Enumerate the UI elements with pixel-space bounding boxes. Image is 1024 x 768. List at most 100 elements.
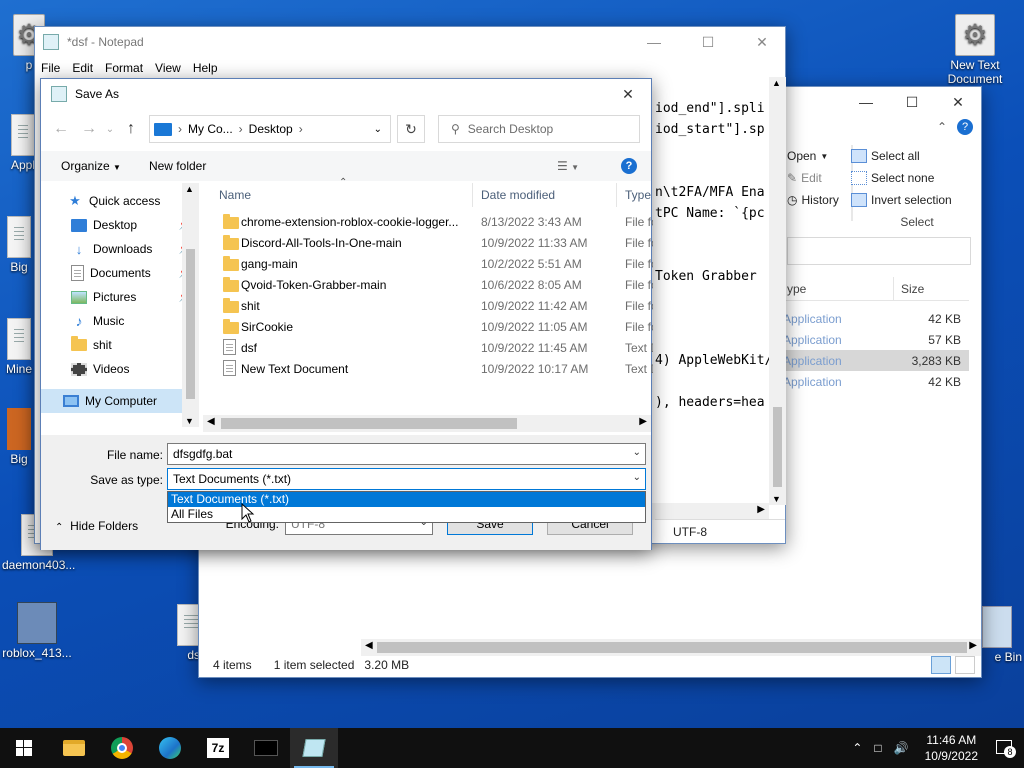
explorer-row[interactable]: Application 42 KB [779, 308, 969, 329]
taskbar-edge[interactable] [146, 728, 194, 768]
help-icon[interactable]: ? [621, 158, 637, 174]
chevron-down-icon[interactable]: ⌄ [633, 472, 641, 483]
organize-button[interactable]: Organize ▼ [61, 159, 121, 173]
scroll-left-icon[interactable]: ◀ [207, 416, 215, 427]
back-icon[interactable]: ← [47, 120, 75, 138]
taskbar-chrome[interactable] [98, 728, 146, 768]
large-icons-view-icon[interactable] [955, 656, 975, 674]
select-all-button[interactable]: Select all [851, 145, 952, 167]
nav-item-downloads[interactable]: ↓ Downloads 📌 [41, 237, 199, 261]
taskbar-file-explorer[interactable] [50, 728, 98, 768]
save-as-dialog[interactable]: Save As ✕ ← → ⌄ ↑ › My Co... › Desktop ›… [40, 78, 655, 550]
volume-icon[interactable]: 🔊 [888, 741, 915, 755]
maximize-button[interactable]: ☐ [685, 27, 731, 57]
search-input[interactable]: ⚲ Search Desktop [438, 115, 640, 143]
menu-edit[interactable]: Edit [66, 57, 99, 79]
nav-item-shit[interactable]: shit [41, 333, 199, 357]
notepad-text-area[interactable]: iod_end"].spli iod_start"].sp n\t2FA/MFA E… [655, 77, 771, 507]
minimize-button[interactable]: — [631, 27, 677, 57]
column-size[interactable]: Size [901, 282, 924, 296]
nav-my-computer[interactable]: My Computer [41, 389, 199, 413]
close-button[interactable]: ✕ [739, 27, 785, 57]
column-date-modified[interactable]: Date modified [481, 183, 617, 207]
option-text-documents[interactable]: Text Documents (*.txt) [168, 492, 645, 507]
address-bar[interactable]: › My Co... › Desktop › ⌄ [149, 115, 391, 143]
file-row[interactable]: SirCookie 10/9/2022 11:05 AM File fo [223, 316, 653, 337]
nav-item-music[interactable]: ♪ Music [41, 309, 199, 333]
file-row[interactable]: chrome-extension-roblox-cookie-logger...… [223, 211, 653, 232]
file-row[interactable]: shit 10/9/2022 11:42 AM File fo [223, 295, 653, 316]
column-name[interactable]: Name [219, 183, 473, 207]
ribbon-history-button[interactable]: ◷ History [787, 189, 847, 211]
nav-item-desktop[interactable]: Desktop 📌 [41, 213, 199, 237]
chevron-down-icon[interactable]: ⌄ [633, 447, 641, 458]
scrollbar-thumb[interactable] [186, 249, 195, 399]
file-row[interactable]: gang-main 10/2/2022 5:51 AM File fo [223, 253, 653, 274]
notification-center-button[interactable]: 8 [988, 739, 1024, 758]
nav-item-documents[interactable]: Documents 📌 [41, 261, 199, 285]
scroll-up-icon[interactable]: ▲ [185, 184, 194, 194]
column-type[interactable]: Type [625, 183, 655, 207]
save-as-type-dropdown[interactable]: Text Documents (*.txt) All Files [167, 491, 646, 523]
taskbar-notepad[interactable] [290, 728, 338, 768]
desktop-icon-roblox[interactable]: roblox_413... [2, 602, 72, 660]
new-folder-button[interactable]: New folder [149, 159, 206, 173]
dialog-titlebar[interactable]: Save As ✕ [41, 79, 651, 109]
taskbar-7zip[interactable]: 7z [194, 728, 242, 768]
maximize-button[interactable]: ☐ [889, 87, 935, 117]
explorer-row-selected[interactable]: Application 3,283 KB [779, 350, 969, 371]
view-options-icon[interactable]: ☰ ▼ [557, 159, 579, 173]
file-row[interactable]: dsf 10/9/2022 11:45 AM Text D [223, 337, 653, 358]
close-button[interactable]: ✕ [935, 87, 981, 117]
scroll-right-icon[interactable]: ▶ [639, 416, 647, 427]
chevron-down-icon[interactable]: ⌄ [103, 124, 117, 135]
menu-view[interactable]: View [149, 57, 187, 79]
breadcrumb-desktop[interactable]: Desktop [249, 122, 293, 136]
clock[interactable]: 11:46 AM 10/9/2022 [915, 732, 988, 764]
notepad-vertical-scrollbar[interactable]: ▲ ▼ [769, 77, 786, 505]
file-list-horizontal-scrollbar[interactable]: ◀ ▶ [203, 415, 651, 432]
file-row[interactable]: Qvoid-Token-Grabber-main 10/6/2022 8:05 A… [223, 274, 653, 295]
dialog-close-button[interactable]: ✕ [605, 79, 651, 109]
notepad-titlebar[interactable]: *dsf - Notepad — ☐ ✕ [35, 27, 785, 57]
nav-quick-access[interactable]: ★ Quick access [41, 189, 199, 213]
explorer-row[interactable]: Application 42 KB [779, 371, 969, 392]
scroll-right-icon[interactable]: ▶ [757, 504, 765, 515]
help-icon[interactable]: ? [957, 119, 973, 135]
scroll-left-icon[interactable]: ◀ [365, 640, 373, 651]
option-all-files[interactable]: All Files [168, 507, 645, 522]
select-none-button[interactable]: Select none [851, 167, 952, 189]
scrollbar-thumb[interactable] [377, 642, 967, 653]
explorer-row[interactable]: Application 57 KB [779, 329, 969, 350]
menu-file[interactable]: File [35, 57, 66, 79]
nav-item-videos[interactable]: Videos [41, 357, 199, 381]
address-dropdown-icon[interactable]: ⌄ [374, 124, 382, 135]
file-row[interactable]: Discord-All-Tools-In-One-main 10/9/2022 1… [223, 232, 653, 253]
scroll-up-icon[interactable]: ▲ [772, 78, 781, 88]
refresh-button[interactable]: ↻ [397, 115, 425, 143]
up-icon[interactable]: ↑ [117, 120, 145, 138]
taskbar-app[interactable] [242, 728, 290, 768]
save-as-type-select[interactable]: Text Documents (*.txt) ⌄ [167, 468, 646, 490]
file-row[interactable]: New Text Document 10/9/2022 10:17 AM Text … [223, 358, 653, 379]
scrollbar-thumb[interactable] [221, 418, 517, 429]
invert-selection-button[interactable]: Invert selection [851, 189, 952, 211]
ribbon-edit-button[interactable]: ✎ Edit [787, 167, 847, 189]
breadcrumb-my-computer[interactable]: My Co... [188, 122, 233, 136]
hide-folders-button[interactable]: ⌃ Hide Folders [55, 519, 138, 533]
forward-icon[interactable]: → [75, 120, 103, 138]
chevron-up-icon[interactable]: ⌃ [937, 120, 947, 134]
minimize-button[interactable]: — [843, 87, 889, 117]
menu-help[interactable]: Help [187, 57, 224, 79]
explorer-search-box[interactable] [787, 237, 971, 265]
notepad-horizontal-scrollbar[interactable]: ▶ [647, 503, 769, 520]
details-view-icon[interactable] [931, 656, 951, 674]
chevron-up-icon[interactable]: ⌃ [846, 741, 868, 755]
nav-pane-scrollbar[interactable]: ▲ ▼ [182, 183, 199, 427]
column-type[interactable]: ype [787, 282, 806, 296]
network-icon[interactable]: □ [868, 741, 887, 755]
start-button[interactable] [0, 728, 48, 768]
menu-format[interactable]: Format [99, 57, 149, 79]
scrollbar-thumb[interactable] [773, 407, 782, 487]
nav-item-pictures[interactable]: Pictures 📌 [41, 285, 199, 309]
